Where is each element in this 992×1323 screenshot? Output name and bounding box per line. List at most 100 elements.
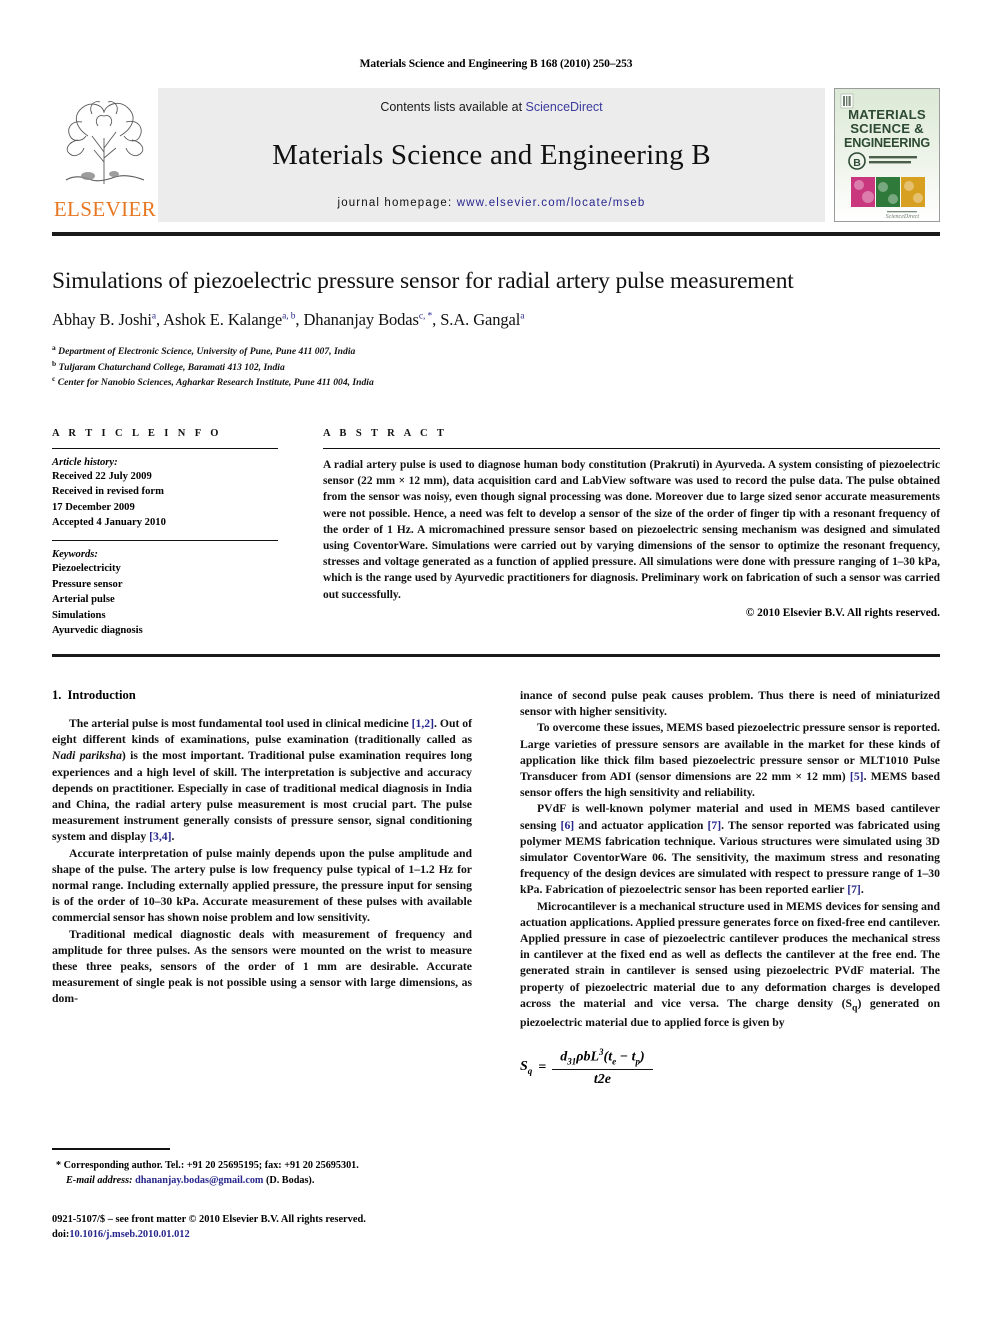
article-info-rule [52, 448, 278, 449]
article-info-column: A R T I C L E I N F O Article history: R… [52, 428, 278, 638]
paragraph-text: inance of second pulse peak causes probl… [520, 689, 940, 719]
abstract-text: A radial artery pulse is used to diagnos… [323, 459, 940, 601]
masthead-bottom-rule [52, 232, 940, 236]
body-paragraph: Microcantilever is a mechanical structur… [520, 899, 940, 1031]
section-number: 1. [52, 688, 62, 702]
corresponding-author-note: * Corresponding author. Tel.: +91 20 256… [52, 1159, 472, 1189]
equation-denominator: t2e [593, 1071, 612, 1087]
intro-right-paragraphs: inance of second pulse peak causes probl… [520, 688, 940, 1031]
corresponding-author-line: * Corresponding author. Tel.: +91 20 256… [56, 1160, 359, 1172]
abstract-copyright: © 2010 Elsevier B.V. All rights reserved… [745, 606, 940, 619]
page-title: Simulations of piezoelectric pressure se… [52, 268, 794, 294]
contents-available-line: Contents lists available at ScienceDirec… [380, 100, 602, 114]
footnote-rule [52, 1148, 170, 1151]
author-affiliation-mark: a [151, 311, 157, 322]
intro-left-paragraphs: The arterial pulse is most fundamental t… [52, 716, 472, 1008]
article-history-item: 17 December 2009 [52, 501, 135, 513]
email-address-label: E-mail address: [66, 1175, 133, 1187]
svg-text:B: B [853, 157, 861, 169]
citation-link[interactable]: [6] [561, 819, 575, 832]
citation-link[interactable]: [7] [708, 819, 722, 832]
section-title: Introduction [67, 688, 136, 702]
author-affiliation-mark: a [520, 311, 525, 322]
issn-line: 0921-5107/$ – see front matter © 2010 El… [52, 1213, 366, 1225]
elsevier-logo: ELSEVIER [52, 88, 158, 222]
paragraph-text: and actuator application [574, 818, 708, 832]
doi-label: doi: [52, 1229, 70, 1241]
emphasis-text: Nadi pariksha [52, 749, 122, 763]
affiliation-mark: c [52, 374, 56, 384]
equation-lhs-sub: q [527, 1066, 533, 1077]
homepage-url-link[interactable]: www.elsevier.com/locate/mseb [457, 197, 646, 209]
author-name: Dhananjay Bodas [303, 309, 419, 329]
running-head: Materials Science and Engineering B 168 … [359, 58, 633, 70]
svg-text:SCIENCE &: SCIENCE & [850, 121, 924, 136]
journal-title: Materials Science and Engineering B [272, 139, 711, 171]
keyword-item: Pressure sensor [52, 578, 123, 590]
affiliation-item: a Department of Electronic Science, Univ… [52, 342, 356, 357]
affiliation-item: b Tuljaram Chaturchand College, Baramati… [52, 358, 285, 373]
body-paragraph: inance of second pulse peak causes probl… [520, 688, 940, 720]
abstract-heading: A B S T R A C T [323, 428, 448, 439]
body-paragraph: The arterial pulse is most fundamental t… [52, 716, 472, 846]
email-address-link[interactable]: dhananjay.bodas@gmail.com [135, 1175, 263, 1186]
info-abstract-row: A R T I C L E I N F O Article history: R… [52, 428, 940, 638]
keywords-lines: Piezoelectricity Pressure sensor Arterial … [52, 561, 278, 638]
affiliation-mark: b [52, 358, 57, 368]
svg-text:ScienceDirect: ScienceDirect [886, 214, 920, 220]
body-column-left: 1. Introduction The arterial pulse is mos… [52, 688, 472, 1088]
body-paragraph: To overcome these issues, MEMS based pie… [520, 720, 940, 801]
journal-masthead: ELSEVIER Contents lists available at Sci… [52, 88, 940, 222]
keyword-item: Arterial pulse [52, 594, 115, 606]
journal-homepage-line: journal homepage: www.elsevier.com/locat… [338, 197, 646, 209]
author-name: Abhay B. Joshi [52, 309, 152, 329]
body-paragraph: Traditional medical diagnostic deals wit… [52, 927, 472, 1008]
author-list: Abhay B. Joshia, Ashok E. Kalangea, b, D… [52, 309, 525, 329]
paragraph-text: . [171, 830, 175, 844]
issn-copyright-block: 0921-5107/$ – see front matter © 2010 El… [52, 1212, 472, 1243]
equation-fraction: d31ρbL3(te − tp) t2e [552, 1047, 653, 1089]
homepage-prefix: journal homepage: [337, 197, 457, 209]
citation-link[interactable]: [7] [847, 883, 861, 896]
abstract-column: A B S T R A C T A radial artery pulse is… [323, 428, 940, 638]
contents-prefix: Contents lists available at [380, 100, 526, 114]
article-history-item: Received in revised form [52, 486, 164, 498]
doi-line: doi:10.1016/j.mseb.2010.01.012 [52, 1227, 472, 1243]
article-history-lines: Received 22 July 2009 Received in revised… [52, 469, 278, 530]
author-affiliation-mark: c, * [418, 311, 433, 322]
citation-link[interactable]: [5] [850, 770, 864, 783]
paragraph-text: Traditional medical diagnostic deals wit… [52, 927, 472, 1006]
paragraph-text: Microcantilever is a mechanical structur… [520, 899, 940, 1010]
abstract-bottom-rule [52, 654, 940, 657]
elsevier-tree-icon [65, 101, 145, 184]
article-history-label: Article history: [52, 457, 118, 468]
section-heading-introduction: 1. Introduction [52, 688, 472, 703]
author-name: S.A. Gangal [440, 309, 521, 329]
elsevier-wordmark: ELSEVIER [53, 197, 157, 221]
title-block: Simulations of piezoelectric pressure se… [52, 268, 940, 390]
cover-art: MATERIALS SCIENCE & ENGINEERING B Scienc… [835, 89, 939, 221]
citation-link[interactable]: [1,2] [412, 717, 434, 730]
sciencedirect-link[interactable]: ScienceDirect [526, 100, 603, 114]
body-columns: 1. Introduction The arterial pulse is mos… [52, 688, 940, 1088]
doi-link[interactable]: 10.1016/j.mseb.2010.01.012 [69, 1229, 189, 1240]
masthead-center: Contents lists available at ScienceDirec… [158, 88, 825, 222]
author-name: Ashok E. Kalange [163, 309, 283, 329]
body-column-right: inance of second pulse peak causes probl… [520, 688, 940, 1088]
body-paragraph: Accurate interpretation of pulse mainly … [52, 846, 472, 927]
article-history-item: Accepted 4 January 2010 [52, 517, 166, 529]
paragraph-text: ) is the most important. Traditional pul… [52, 749, 472, 844]
equation-equals: = [538, 1059, 547, 1075]
keywords-label: Keywords: [52, 549, 98, 561]
affiliation-list: a Department of Electronic Science, Univ… [52, 343, 940, 390]
journal-cover-thumbnail: MATERIALS SCIENCE & ENGINEERING B Scienc… [834, 88, 940, 222]
body-paragraph: PVdF is well-known polymer material and … [520, 801, 940, 898]
paper-page: Materials Science and Engineering B 168 … [0, 0, 992, 1323]
keyword-item: Ayurvedic diagnosis [52, 624, 143, 636]
keyword-item: Piezoelectricity [52, 563, 121, 575]
citation-link[interactable]: [3,4] [149, 830, 171, 843]
abstract-rule [323, 448, 940, 449]
email-address-suffix: (D. Bodas). [265, 1175, 315, 1187]
paragraph-text: The arterial pulse is most fundamental t… [69, 717, 412, 730]
equation-lhs: Sq [520, 1059, 533, 1077]
